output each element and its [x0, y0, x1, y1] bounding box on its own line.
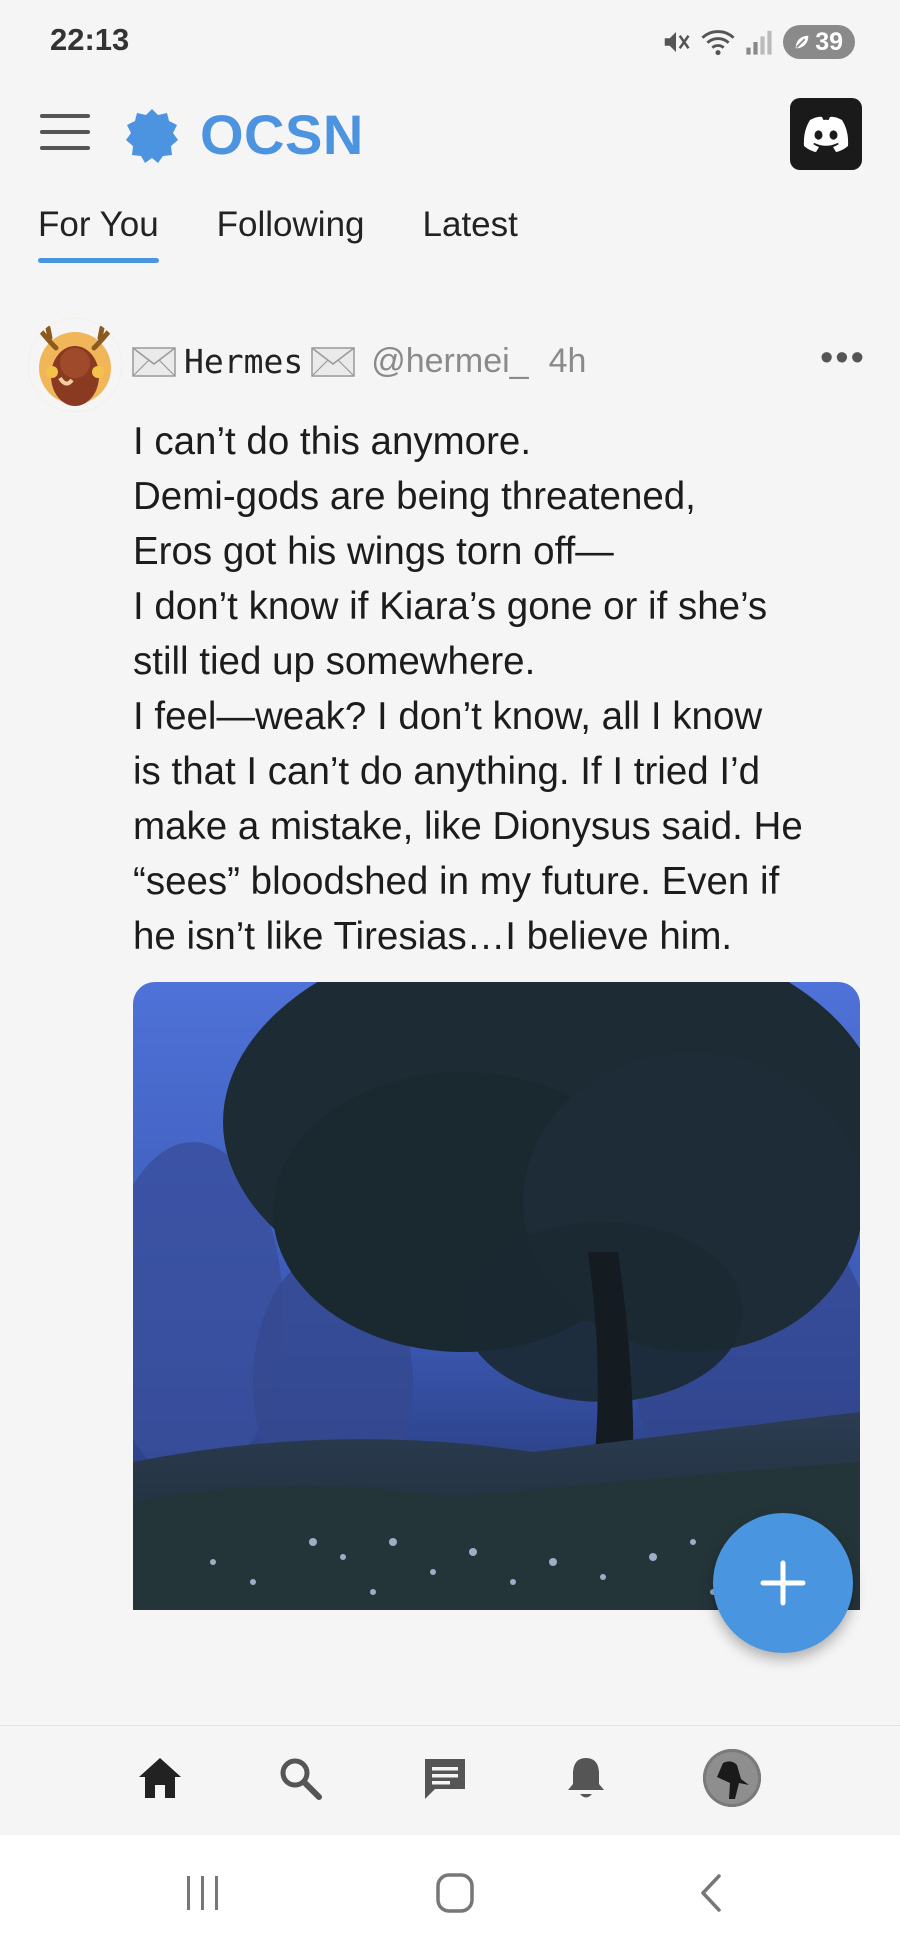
brand-logo-icon	[126, 109, 178, 163]
bottom-nav	[0, 1725, 900, 1836]
envelope-icon	[132, 346, 176, 377]
system-nav-bar	[0, 1835, 900, 1950]
app-title[interactable]: OCSN	[200, 102, 364, 167]
recents-icon	[187, 1876, 218, 1910]
profile-avatar	[703, 1749, 761, 1807]
discord-icon	[803, 116, 849, 152]
post-text-line: I feel—weak? I don’t know, all I know	[133, 695, 763, 738]
post-text-line: “sees” bloodshed in my future. Even if	[133, 860, 780, 903]
search-icon	[280, 1758, 322, 1800]
envelope-icon	[311, 346, 355, 377]
status-time: 22:13	[50, 22, 130, 57]
wifi-icon	[701, 30, 735, 56]
post-text-line: I don’t know if Kiara’s gone or if she’s	[133, 585, 768, 628]
post-author-avatar[interactable]	[28, 318, 122, 412]
post-text-line: Demi-gods are being threatened,	[133, 475, 696, 518]
post-text: I can’t do this anymore. Demi-gods are b…	[133, 414, 853, 964]
messages-icon	[425, 1759, 465, 1799]
signal-icon	[746, 30, 772, 55]
post-text-line: is that I can’t do anything. If I tried …	[133, 750, 761, 793]
plus-icon	[760, 1560, 806, 1606]
post-timestamp: 4h	[548, 342, 587, 380]
compose-button[interactable]	[713, 1513, 853, 1653]
post-text-line: Eros got his wings torn off—	[133, 530, 614, 573]
battery-icon: 39	[783, 25, 855, 59]
discord-button[interactable]	[790, 98, 862, 170]
feed-tabs: For You Following Latest	[38, 205, 518, 263]
mute-icon	[664, 32, 690, 52]
notifications-icon	[568, 1758, 604, 1798]
post-text-line: still tied up somewhere.	[133, 640, 536, 683]
battery-level: 39	[815, 27, 843, 56]
post-image[interactable]	[133, 982, 860, 1610]
nav-home[interactable]	[130, 1748, 190, 1808]
avatar-image	[28, 318, 122, 412]
status-icons: 39	[661, 22, 855, 62]
tab-for-you[interactable]: For You	[38, 205, 159, 263]
post-text-line: I can’t do this anymore.	[133, 420, 532, 463]
profile-avatar-image	[703, 1749, 761, 1807]
home-button-icon	[436, 1873, 474, 1913]
nav-messages[interactable]	[415, 1748, 475, 1808]
author-display-name[interactable]: Hermes	[184, 342, 303, 381]
more-options-icon[interactable]: •••	[820, 339, 866, 377]
recents-button[interactable]	[178, 1871, 228, 1915]
nav-search[interactable]	[270, 1748, 330, 1808]
battery-leaf-icon	[795, 35, 809, 49]
post-text-line: make a mistake, like Dionysus said. He	[133, 805, 803, 848]
tab-following[interactable]: Following	[217, 205, 365, 263]
system-back-button[interactable]	[685, 1871, 735, 1915]
tab-latest[interactable]: Latest	[423, 205, 518, 263]
system-home-button[interactable]	[430, 1871, 480, 1915]
author-handle[interactable]: @hermei_	[371, 342, 528, 381]
post-text-line: he isn’t like Tiresias…I believe him.	[133, 915, 733, 958]
post-header: Hermes @hermei_ 4h	[132, 342, 586, 381]
back-icon	[701, 1874, 721, 1912]
menu-icon[interactable]	[40, 114, 90, 150]
nav-notifications[interactable]	[556, 1748, 616, 1808]
nav-profile[interactable]	[702, 1748, 762, 1808]
home-icon	[139, 1758, 181, 1798]
misty-tree-photo	[133, 982, 860, 1610]
